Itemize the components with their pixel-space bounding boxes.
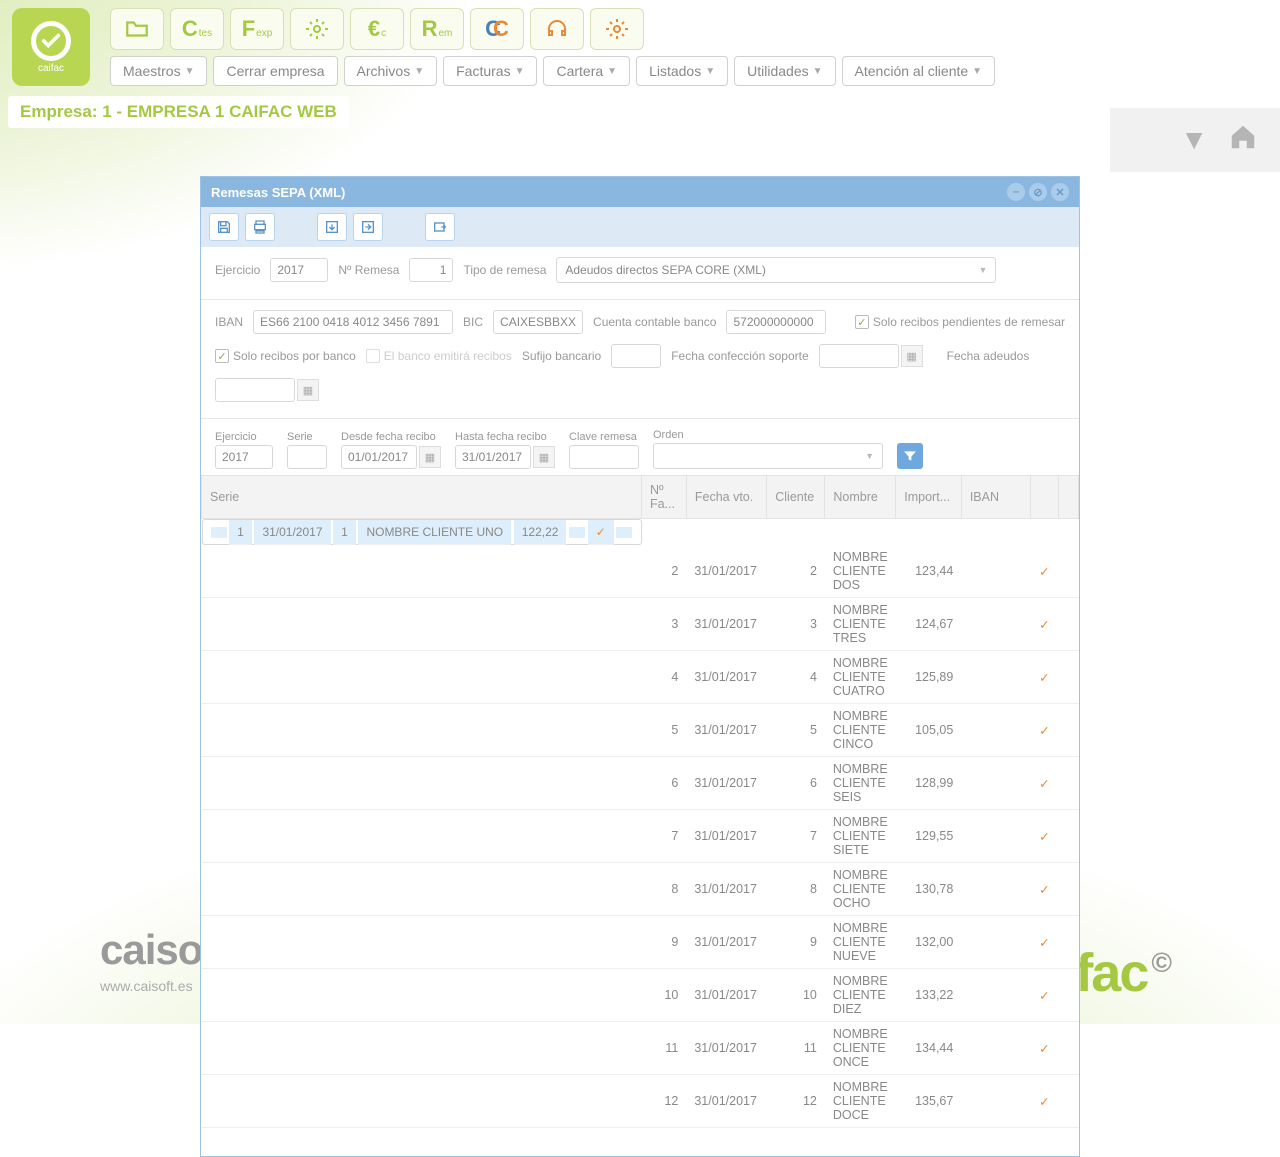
collapse-icon[interactable]: ▼ [1180,124,1208,156]
solo-banco-check[interactable]: Solo recibos por banco [215,349,356,363]
recibos-table: Serie Nº Fa... Fecha vto. Cliente Nombre… [201,475,1079,1128]
table-row[interactable]: 431/01/20174NOMBRE CLIENTE CUATRO125,89✓ [202,651,1079,704]
col-extra [1058,476,1078,519]
folder-icon[interactable] [110,8,164,50]
col-iban[interactable]: IBAN [961,476,1030,519]
cuenta-label: Cuenta contable banco [593,315,716,329]
fconfeccion-input[interactable] [819,344,899,368]
cuenta-input[interactable] [726,310,826,334]
col-nfa[interactable]: Nº Fa... [642,476,687,519]
filter-serie-label: Serie [287,431,327,443]
process-button[interactable] [425,213,455,241]
tipo-remesa-select[interactable]: Adeudos directos SEPA CORE (XML)▼ [556,257,996,283]
filter-clave-input[interactable] [569,445,639,469]
sufijo-label: Sufijo bancario [522,349,601,363]
table-row[interactable]: 231/01/20172NOMBRE CLIENTE DOS123,44✓ [202,545,1079,598]
menu-archivos[interactable]: Archivos▼ [344,56,438,86]
col-nombre[interactable]: Nombre [825,476,896,519]
sufijo-input[interactable] [611,344,661,368]
menu-utilidades[interactable]: Utilidades▼ [734,56,835,86]
table-row[interactable]: 1231/01/201712NOMBRE CLIENTE DOCE135,67✓ [202,1075,1079,1128]
banco-emitira-check: El banco emitirá recibos [366,349,512,363]
table-row[interactable]: 831/01/20178NOMBRE CLIENTE OCHO130,78✓ [202,863,1079,916]
nremesa-label: Nº Remesa [338,263,399,277]
fconfeccion-label: Fecha confección soporte [671,349,808,363]
menu-facturas[interactable]: Facturas▼ [443,56,537,86]
bic-label: BIC [463,315,483,329]
filter-orden-label: Orden [653,429,883,441]
export-button[interactable] [353,213,383,241]
remesas-window: Remesas SEPA (XML) – ⊘ ✕ Ejercicio Nº Re… [200,176,1080,1157]
save-button[interactable] [209,213,239,241]
gear2-icon[interactable] [590,8,644,50]
calendar-icon[interactable]: ▦ [533,446,555,468]
menu-atencion[interactable]: Atención al cliente▼ [842,56,996,86]
filter-button[interactable] [897,443,923,469]
app-logo-text: caifac [38,63,64,74]
bic-input[interactable] [493,310,583,334]
close-icon[interactable]: ✕ [1051,183,1069,201]
table-row[interactable]: 1031/01/201710NOMBRE CLIENTE DIEZ133,22✓ [202,969,1079,1022]
filter-desde-input[interactable] [341,445,417,469]
menu-listados[interactable]: Listados▼ [636,56,728,86]
window-title: Remesas SEPA (XML) [211,185,1003,200]
col-serie[interactable]: Serie [202,476,642,519]
restore-icon[interactable]: ⊘ [1029,183,1047,201]
filter-ejercicio-label: Ejercicio [215,431,273,443]
ctes-icon[interactable]: Ctes [170,8,224,50]
menu-cerrar-empresa[interactable]: Cerrar empresa [213,56,337,86]
filter-desde-label: Desde fecha recibo [341,431,441,443]
fexp-icon[interactable]: Fexp [230,8,284,50]
table-row[interactable]: 931/01/20179NOMBRE CLIENTE NUEVE132,00✓ [202,916,1079,969]
calendar-icon[interactable]: ▦ [901,345,923,367]
euro-icon[interactable]: €c [350,8,404,50]
app-logo: caifac [12,8,90,86]
fadeudos-input[interactable] [215,378,295,402]
filter-hasta-input[interactable] [455,445,531,469]
table-row[interactable]: 531/01/20175NOMBRE CLIENTE CINCO105,05✓ [202,704,1079,757]
filter-clave-label: Clave remesa [569,431,639,443]
print-button[interactable] [245,213,275,241]
col-fecha[interactable]: Fecha vto. [686,476,766,519]
iban-input[interactable] [253,310,453,334]
nremesa-input[interactable] [409,258,453,282]
table-row[interactable]: 131/01/20171NOMBRE CLIENTE UNO122,22✓ [202,519,642,545]
tipo-label: Tipo de remesa [463,263,546,277]
calendar-icon[interactable]: ▦ [419,446,441,468]
iban-label: IBAN [215,315,243,329]
ejercicio-input[interactable] [270,258,328,282]
calendar-icon[interactable]: ▦ [297,379,319,401]
rem-icon[interactable]: Rem [410,8,464,50]
table-row[interactable]: 331/01/20173NOMBRE CLIENTE TRES124,67✓ [202,598,1079,651]
filter-ejercicio-input[interactable] [215,445,273,469]
table-row[interactable]: 1131/01/201711NOMBRE CLIENTE ONCE134,44✓ [202,1022,1079,1075]
cc-icon[interactable]: CC [470,8,524,50]
filter-serie-input[interactable] [287,445,327,469]
headset-icon[interactable] [530,8,584,50]
col-check [1030,476,1058,519]
gear1-icon[interactable] [290,8,344,50]
col-importe[interactable]: Import... [896,476,962,519]
col-cliente[interactable]: Cliente [767,476,825,519]
fadeudos-label: Fecha adeudos [947,349,1030,363]
empresa-label: Empresa: 1 - EMPRESA 1 CAIFAC WEB [8,96,349,128]
table-row[interactable]: 731/01/20177NOMBRE CLIENTE SIETE129,55✓ [202,810,1079,863]
solo-pendientes-check[interactable]: Solo recibos pendientes de remesar [855,315,1065,329]
filter-orden-select[interactable]: ▼ [653,443,883,469]
menu-cartera[interactable]: Cartera▼ [543,56,630,86]
import-button[interactable] [317,213,347,241]
ejercicio-label: Ejercicio [215,263,260,277]
minimize-icon[interactable]: – [1007,183,1025,201]
filter-hasta-label: Hasta fecha recibo [455,431,555,443]
menu-maestros[interactable]: Maestros▼ [110,56,207,86]
home-icon[interactable] [1228,122,1258,159]
table-row[interactable]: 631/01/20176NOMBRE CLIENTE SEIS128,99✓ [202,757,1079,810]
